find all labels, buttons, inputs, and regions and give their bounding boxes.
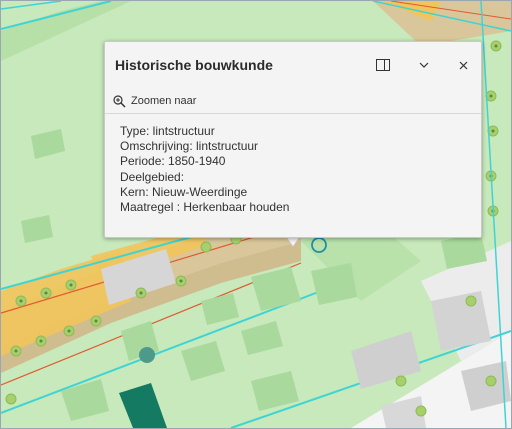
popup-header: Historische bouwkunde <box>105 42 481 86</box>
dock-side-icon <box>376 59 390 71</box>
attribute-omschrijving: Omschrijving: lintstructuur <box>120 139 259 154</box>
zoom-to-button[interactable]: Zoomen naar <box>113 93 196 109</box>
zoom-to-label: Zoomen naar <box>131 95 197 107</box>
close-button[interactable] <box>453 55 473 75</box>
attribute-kern: Kern: Nieuw-Weerdinge <box>120 184 248 199</box>
chevron-down-icon <box>419 62 429 68</box>
popup-title: Historische bouwkunde <box>115 57 273 73</box>
attribute-maatregel: Maatregel : Herkenbaar houden <box>120 200 290 215</box>
close-icon <box>459 61 467 69</box>
attribute-list: Type: lintstructuur Omschrijving: lintst… <box>120 124 289 215</box>
popup-divider <box>105 113 481 114</box>
attribute-deelgebied: Deelgebied: <box>120 169 185 184</box>
dock-button[interactable] <box>373 55 393 75</box>
collapse-button[interactable] <box>414 55 434 75</box>
feature-popup: Historische bouwkunde Zoomen naar Type: … <box>104 41 482 238</box>
attribute-periode: Periode: 1850-1940 <box>120 154 226 169</box>
zoom-in-icon <box>113 94 126 108</box>
attribute-type: Type: lintstructuur <box>120 124 215 138</box>
